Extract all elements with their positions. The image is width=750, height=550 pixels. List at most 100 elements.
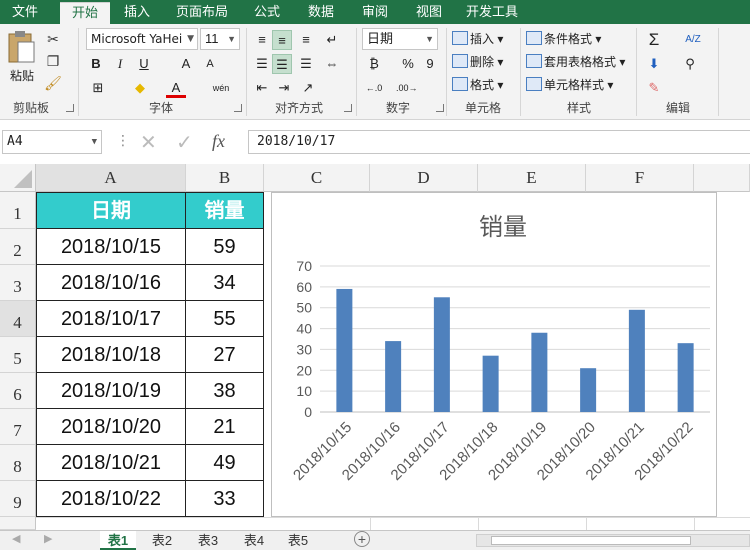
conditional-format-button[interactable]: 条件格式 ▾ (526, 30, 601, 48)
autosum-button[interactable]: Σ (644, 30, 664, 50)
number-launcher-icon[interactable] (436, 104, 444, 112)
delete-cells-button[interactable]: 删除 ▾ (452, 53, 503, 71)
column-header-a[interactable]: A (36, 164, 186, 192)
table-cell-sales[interactable]: 55 (186, 301, 264, 337)
accounting-icon[interactable]: ₿ (364, 54, 384, 74)
increase-decimal-icon[interactable]: ←.0 (364, 78, 384, 98)
italic-button[interactable]: I (110, 54, 130, 74)
table-cell-date[interactable]: 2018/10/17 (36, 301, 186, 337)
table-cell-date[interactable]: 2018/10/15 (36, 229, 186, 265)
table-cell-date[interactable]: 2018/10/18 (36, 337, 186, 373)
row-header-8[interactable]: 8 (0, 445, 36, 481)
confirm-icon[interactable]: ✓ (176, 130, 193, 155)
table-cell-sales[interactable]: 21 (186, 409, 264, 445)
formula-input[interactable]: 2018/10/17 (248, 130, 750, 154)
font-family-select[interactable]: Microsoft YaHei ▼ (86, 28, 198, 50)
underline-button[interactable]: U (134, 54, 154, 74)
percent-button[interactable]: % (398, 54, 418, 74)
cancel-icon[interactable]: ✕ (140, 130, 157, 155)
borders-icon[interactable]: ⊞ (88, 78, 108, 98)
tab-page-layout[interactable]: 页面布局 (168, 0, 236, 24)
find-select-icon[interactable]: ⚲ (680, 54, 700, 74)
table-cell-date[interactable]: 2018/10/16 (36, 265, 186, 301)
paste-button[interactable]: 粘贴 (6, 30, 38, 86)
scrollbar-thumb[interactable] (491, 536, 691, 545)
fill-color-icon[interactable]: ◆ (130, 78, 150, 98)
insert-function-button[interactable]: fx (212, 131, 225, 152)
format-painter-icon[interactable]: 🖌 (44, 74, 62, 92)
table-cell-date[interactable]: 2018/10/19 (36, 373, 186, 409)
phonetic-button[interactable]: wén (206, 78, 236, 98)
table-header-sales[interactable]: 销量 (186, 192, 264, 229)
row-header-9[interactable]: 9 (0, 481, 36, 517)
cut-icon[interactable]: ✂ (44, 30, 62, 48)
bold-button[interactable]: B (86, 54, 106, 74)
sheet-tab-2[interactable]: 表2 (144, 531, 180, 550)
font-color-icon[interactable]: A (166, 78, 186, 98)
tab-data[interactable]: 数据 (298, 0, 344, 24)
shrink-font-button[interactable]: A (200, 54, 220, 74)
sheet-tab-5[interactable]: 表5 (280, 531, 316, 550)
table-header-date[interactable]: 日期 (36, 192, 186, 229)
increase-indent-icon[interactable]: ⇥ (274, 78, 294, 98)
column-header-b[interactable]: B (186, 164, 264, 192)
align-right-icon[interactable]: ☰ (296, 54, 316, 74)
grow-font-button[interactable]: A (176, 54, 196, 74)
column-header-d[interactable]: D (370, 164, 478, 192)
row-header-6[interactable]: 6 (0, 373, 36, 409)
column-header-f[interactable]: F (586, 164, 694, 192)
clipboard-launcher-icon[interactable] (66, 104, 74, 112)
horizontal-scrollbar[interactable] (476, 534, 750, 547)
column-header-e[interactable]: E (478, 164, 586, 192)
row-header-7[interactable]: 7 (0, 409, 36, 445)
tab-file[interactable]: 文件 (0, 0, 50, 24)
column-header-c[interactable]: C (264, 164, 370, 192)
row-header-5[interactable]: 5 (0, 337, 36, 373)
tab-view[interactable]: 视图 (406, 0, 452, 24)
sheet-tab-4[interactable]: 表4 (236, 531, 272, 550)
select-all-corner[interactable] (0, 164, 36, 192)
align-bottom-icon[interactable]: ≡ (296, 30, 316, 50)
add-sheet-icon[interactable]: + (354, 531, 370, 547)
cell-styles-button[interactable]: 单元格样式 ▾ (526, 76, 613, 94)
orientation-icon[interactable]: ↗ (298, 78, 318, 98)
sheet-tab-3[interactable]: 表3 (190, 531, 226, 550)
table-cell-sales[interactable]: 49 (186, 445, 264, 481)
row-header-10[interactable] (0, 517, 36, 530)
row-header-2[interactable]: 2 (0, 229, 36, 265)
insert-cells-button[interactable]: 插入 ▾ (452, 30, 503, 48)
merge-center-icon[interactable]: ⇔ (322, 54, 342, 74)
wrap-text-icon[interactable]: ↵ (322, 30, 342, 50)
table-cell-date[interactable]: 2018/10/20 (36, 409, 186, 445)
align-center-icon[interactable]: ☰ (272, 54, 292, 74)
scroll-right-icon[interactable]: ▶ (44, 532, 52, 545)
row-header-3[interactable]: 3 (0, 265, 36, 301)
sales-bar-chart[interactable]: 销量 0 10 20 30 40 50 60 70 2018/10/15 2018/10/16 201… (271, 192, 717, 517)
table-cell-sales[interactable]: 27 (186, 337, 264, 373)
format-cells-button[interactable]: 格式 ▾ (452, 76, 503, 94)
column-header-g[interactable] (694, 164, 750, 192)
table-cell-sales[interactable]: 38 (186, 373, 264, 409)
format-as-table-button[interactable]: 套用表格格式 ▾ (526, 53, 625, 71)
table-cell-sales[interactable]: 59 (186, 229, 264, 265)
decrease-decimal-icon[interactable]: .00→ (396, 78, 418, 98)
tab-review[interactable]: 审阅 (352, 0, 398, 24)
row-header-1[interactable]: 1 (0, 192, 36, 229)
table-cell-date[interactable]: 2018/10/21 (36, 445, 186, 481)
sheet-tab-1[interactable]: 表1 (100, 531, 136, 550)
alignment-launcher-icon[interactable] (344, 104, 352, 112)
scroll-left-icon[interactable]: ◀ (12, 532, 20, 545)
align-top-icon[interactable]: ≡ (252, 30, 272, 50)
tab-developer[interactable]: 开发工具 (460, 0, 524, 24)
table-cell-sales[interactable]: 34 (186, 265, 264, 301)
tab-home[interactable]: 开始 (60, 2, 110, 24)
align-middle-icon[interactable]: ≡ (272, 30, 292, 50)
table-cell-date[interactable]: 2018/10/22 (36, 481, 186, 517)
number-format-select[interactable]: 日期 ▼ (362, 28, 438, 50)
align-left-icon[interactable]: ☰ (252, 54, 272, 74)
decrease-indent-icon[interactable]: ⇤ (252, 78, 272, 98)
copy-icon[interactable]: ❐ (44, 52, 62, 70)
font-launcher-icon[interactable] (234, 104, 242, 112)
sort-filter-button[interactable]: A/Z (680, 30, 706, 50)
font-size-select[interactable]: 11 ▼ (200, 28, 240, 50)
